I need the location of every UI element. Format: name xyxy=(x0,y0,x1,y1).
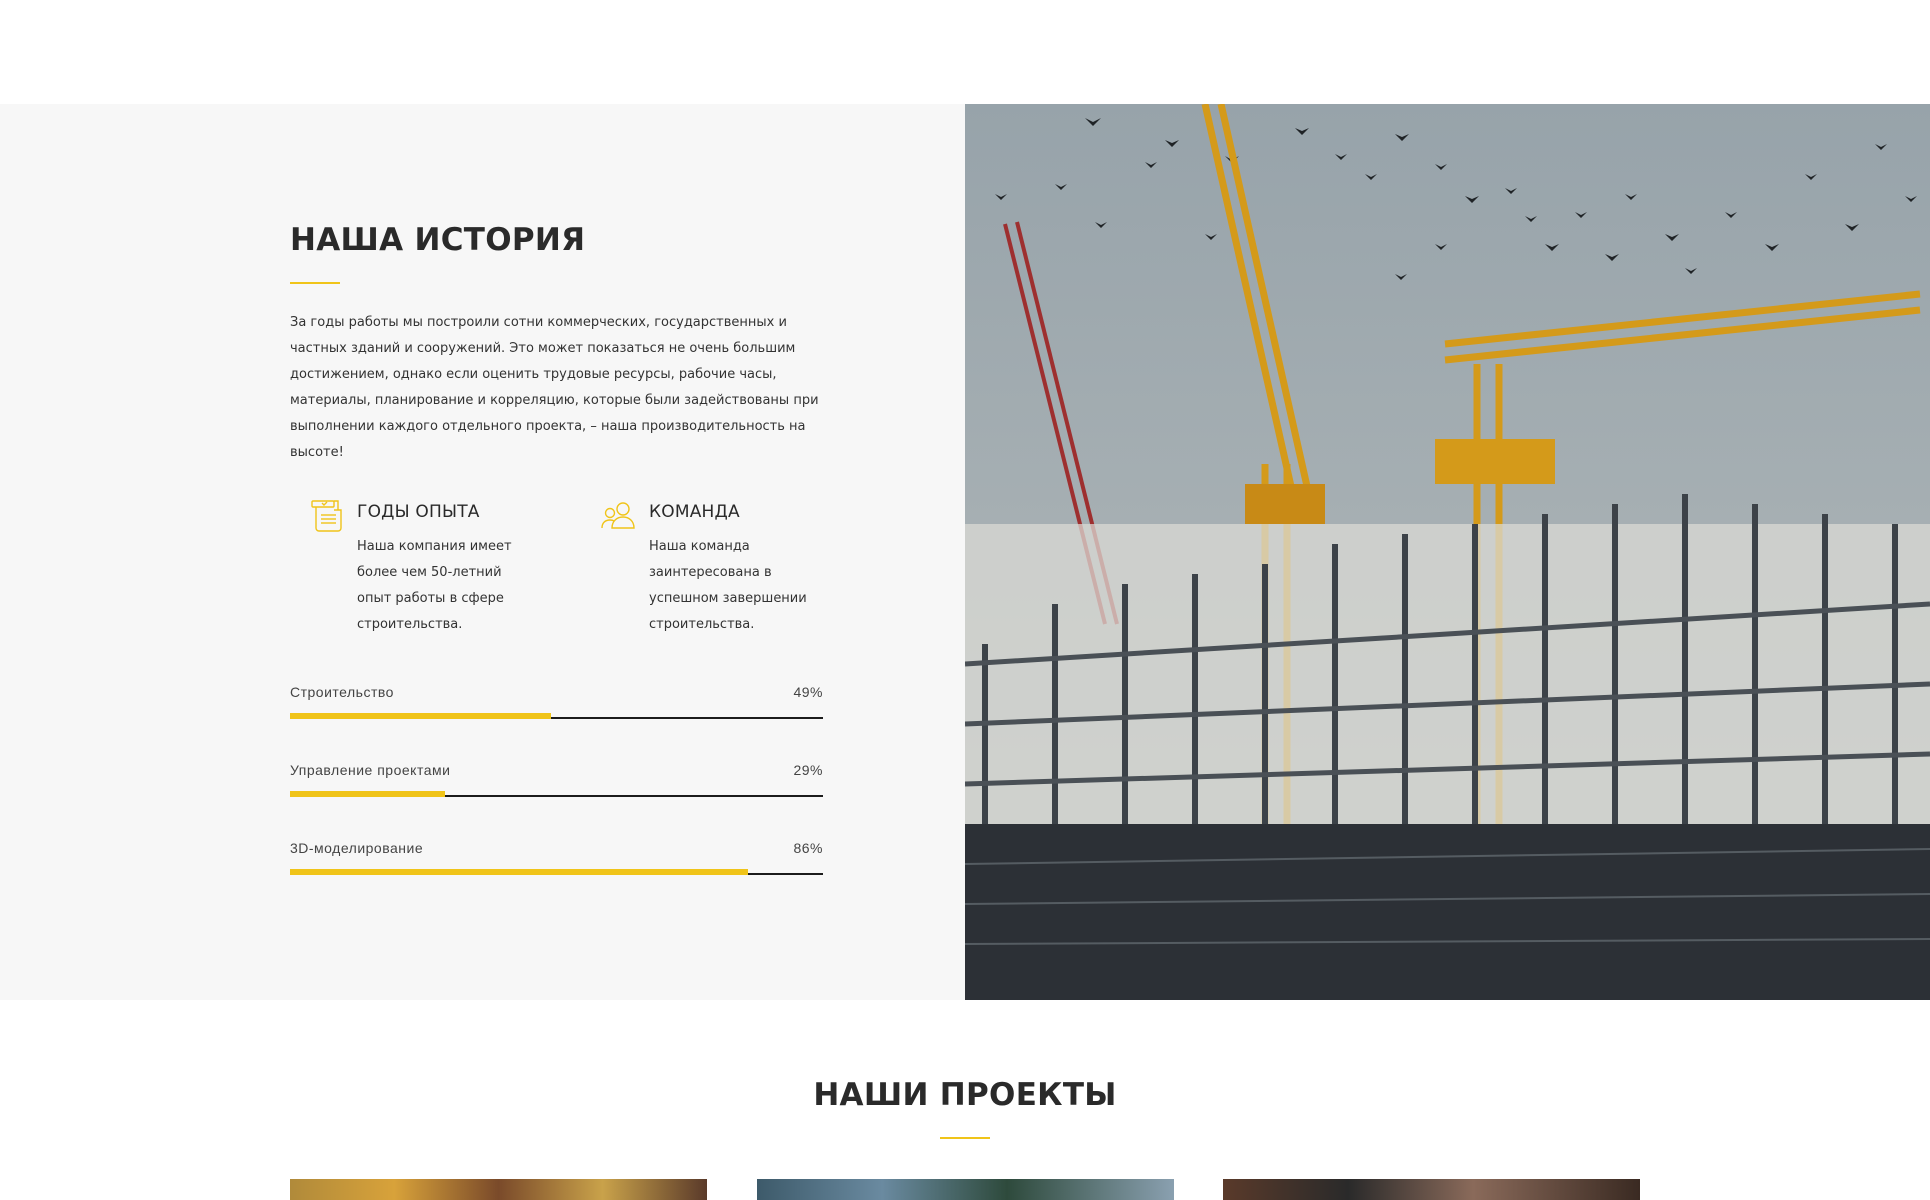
feature-team-title: КОМАНДА xyxy=(649,502,740,522)
skill-progress-fill xyxy=(290,713,552,719)
skill-value: 29% xyxy=(793,762,823,778)
skill-value: 49% xyxy=(793,684,823,700)
history-text: За годы работы мы построили сотни коммер… xyxy=(290,315,819,460)
feature-experience-text: Наша компания имеет более чем 50-летний … xyxy=(357,539,512,632)
history-title: НАША ИСТОРИЯ xyxy=(290,222,586,258)
skill-3d-modeling: 3D-моделирование 86% xyxy=(290,840,823,880)
feature-team-text: Наша команда заинтересована в успешном з… xyxy=(649,539,807,632)
skill-label: Строительство xyxy=(290,684,394,700)
skill-progress-bar xyxy=(290,713,823,719)
skill-label: 3D-моделирование xyxy=(290,840,424,856)
project-3-photo[interactable] xyxy=(1223,1179,1640,1200)
skill-project-management: Управление проектами 29% xyxy=(290,762,823,802)
history-content: НАША ИСТОРИЯ За годы работы мы построили… xyxy=(0,104,965,1000)
project-1-photo[interactable] xyxy=(290,1179,707,1200)
skill-progress-fill xyxy=(290,791,445,797)
skill-label: Управление проектами xyxy=(290,762,451,778)
skill-progress-bar xyxy=(290,869,823,875)
construction-cranes-photo xyxy=(965,104,1930,1000)
skill-value: 86% xyxy=(793,840,823,856)
scroll-icon xyxy=(311,500,342,532)
skill-progress-fill xyxy=(290,869,749,875)
history-section: НАША ИСТОРИЯ За годы работы мы построили… xyxy=(0,104,1930,1000)
skill-construction: Строительство 49% xyxy=(290,684,823,724)
skill-progress-bar xyxy=(290,791,823,797)
feature-experience-title: ГОДЫ ОПЫТА xyxy=(357,502,480,522)
projects-title-underline xyxy=(940,1137,990,1139)
history-title-underline xyxy=(290,282,340,284)
team-icon xyxy=(601,502,635,529)
project-2-photo[interactable] xyxy=(757,1179,1174,1200)
projects-title: НАШИ ПРОЕКТЫ xyxy=(813,1077,1117,1113)
